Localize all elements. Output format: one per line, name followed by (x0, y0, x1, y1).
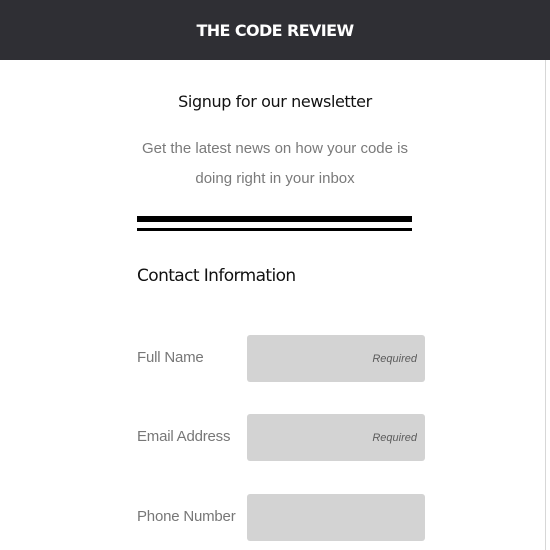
full-name-input[interactable] (247, 335, 425, 382)
newsletter-title: Signup for our newsletter (178, 92, 372, 111)
newsletter-subtitle: Get the latest news on how your code is … (142, 140, 408, 187)
full-name-label: Full Name (137, 349, 204, 366)
signup-page: THE CODE REVIEW Signup for our newslette… (0, 0, 550, 550)
phone-label: Phone Number (137, 508, 236, 525)
contact-section-title: Contact Information (137, 266, 296, 286)
email-row: Email Address (137, 414, 427, 461)
email-label: Email Address (137, 428, 231, 445)
phone-input[interactable] (247, 494, 425, 541)
divider-thick (137, 216, 412, 222)
brand-title: THE CODE REVIEW (196, 20, 354, 40)
full-name-row: Full Name (137, 335, 427, 382)
email-input[interactable] (247, 414, 425, 461)
divider-thin (137, 228, 412, 231)
phone-row: Phone Number (137, 494, 427, 541)
page-edge-divider (545, 60, 546, 550)
top-banner: THE CODE REVIEW (0, 0, 550, 60)
